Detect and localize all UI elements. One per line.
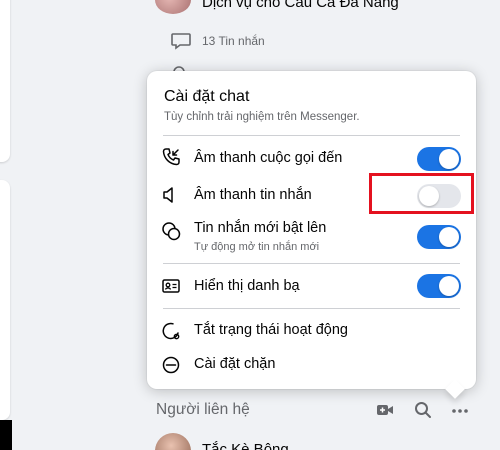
toggle-knob — [439, 149, 459, 169]
left-panel-card — [0, 180, 10, 420]
phone-incoming-icon — [162, 148, 180, 166]
left-edge-dark-strip — [0, 420, 12, 450]
new-message-popup-toggle[interactable] — [417, 225, 461, 249]
popup-title: Cài đặt chat — [164, 88, 250, 105]
left-panel-card — [0, 0, 10, 162]
contacts-heading: Người liên hệ — [156, 401, 250, 418]
incoming-call-sound-toggle[interactable] — [417, 147, 461, 171]
chat-bubbles-icon — [162, 222, 181, 241]
message-bubble-icon — [171, 33, 191, 50]
contact-avatar[interactable] — [155, 433, 191, 450]
toggle-knob — [439, 227, 459, 247]
block-icon — [162, 356, 180, 374]
block-settings-option[interactable]: Cài đặt chặn — [194, 356, 275, 372]
speaker-icon — [163, 187, 173, 203]
toggle-knob — [439, 276, 459, 296]
divider — [163, 308, 460, 309]
annotation-highlight-box — [369, 173, 474, 214]
divider — [163, 263, 460, 264]
active-status-icon — [162, 322, 180, 340]
page: Dịch vụ cho Câu Cá Đà Nẵng 13 Tin nhắn C… — [0, 0, 500, 450]
chat-settings-popup: Cài đặt chat Tùy chỉnh trải nghiệm trên … — [147, 71, 476, 389]
incoming-call-sound-label: Âm thanh cuộc gọi đến — [194, 150, 343, 166]
show-contacts-label: Hiển thị danh bạ — [194, 278, 300, 294]
message-count[interactable]: 13 Tin nhắn — [202, 34, 265, 48]
contact-card-icon — [162, 279, 180, 293]
turn-off-active-status-option[interactable]: Tắt trạng thái hoạt động — [194, 322, 348, 338]
group-avatar[interactable] — [155, 0, 191, 14]
more-options-icon[interactable] — [451, 401, 469, 419]
divider — [163, 135, 460, 136]
popup-subtitle: Tùy chỉnh trải nghiệm trên Messenger. — [164, 111, 360, 123]
video-call-icon[interactable] — [376, 401, 394, 419]
group-title[interactable]: Dịch vụ cho Câu Cá Đà Nẵng — [202, 0, 399, 11]
message-sound-label: Âm thanh tin nhắn — [194, 187, 312, 203]
search-icon[interactable] — [414, 401, 432, 419]
new-message-popup-sublabel: Tự động mở tin nhắn mới — [194, 241, 320, 253]
new-message-popup-label: Tin nhắn mới bật lên — [194, 220, 327, 236]
contact-name[interactable]: Tắc Kè Bông — [202, 441, 289, 450]
show-contacts-toggle[interactable] — [417, 274, 461, 298]
